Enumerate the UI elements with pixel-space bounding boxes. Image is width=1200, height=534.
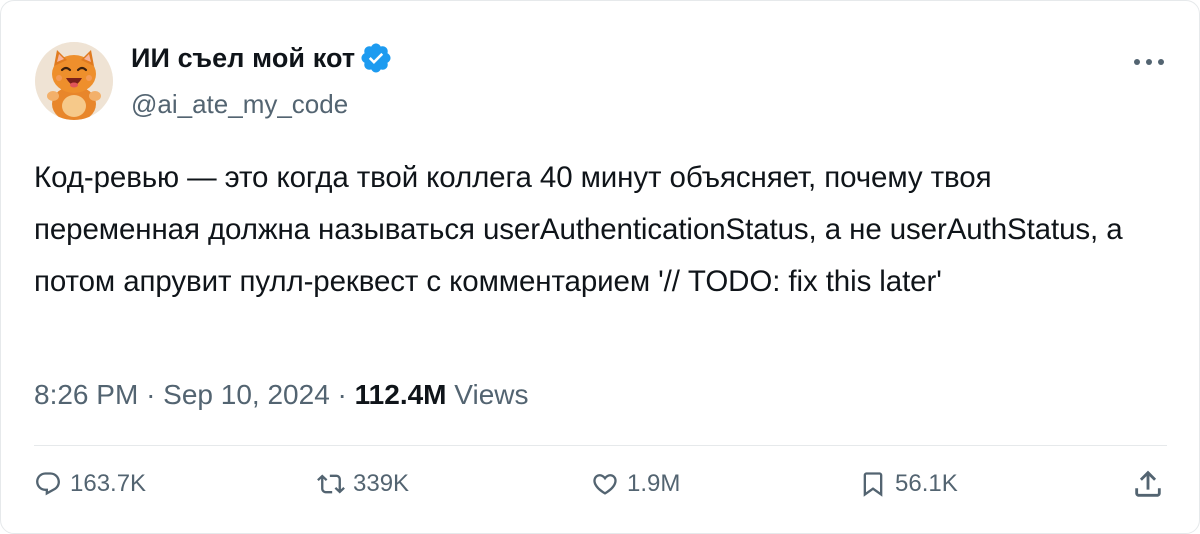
views-label: Views bbox=[454, 379, 529, 410]
meta-separator: · bbox=[146, 379, 164, 410]
author-handle[interactable]: @ai_ate_my_code bbox=[131, 89, 348, 120]
tweet-text: Код-ревью — это когда твой коллега 40 ми… bbox=[34, 161, 1123, 298]
retweet-icon bbox=[317, 470, 345, 498]
more-horizontal-icon bbox=[1134, 59, 1164, 65]
meta-separator: · bbox=[337, 379, 355, 410]
author-name-row: ИИ съел мой кот bbox=[131, 41, 393, 75]
share-button[interactable] bbox=[1131, 467, 1165, 501]
verified-badge-icon bbox=[359, 41, 393, 75]
like-count: 1.9M bbox=[627, 470, 681, 497]
tweet-time[interactable]: 8:26 PM bbox=[34, 379, 138, 410]
tweet-date[interactable]: Sep 10, 2024 bbox=[163, 379, 330, 410]
avatar-cat-image bbox=[35, 42, 113, 120]
reply-icon bbox=[34, 470, 62, 498]
more-options-button[interactable] bbox=[1125, 53, 1165, 71]
share-icon bbox=[1131, 467, 1165, 501]
reply-button[interactable]: 163.7K bbox=[34, 467, 146, 501]
bookmark-icon bbox=[859, 470, 887, 498]
like-button[interactable]: 1.9M bbox=[591, 467, 680, 501]
bookmark-button[interactable]: 56.1K bbox=[859, 467, 958, 501]
divider bbox=[34, 445, 1167, 446]
retweet-button[interactable]: 339K bbox=[317, 467, 409, 501]
tweet-card: ИИ съел мой кот @ai_ate_my_code Код-ревь… bbox=[0, 0, 1200, 534]
views-count: 112.4M bbox=[354, 379, 447, 410]
heart-icon bbox=[591, 470, 619, 498]
reply-count: 163.7K bbox=[70, 470, 147, 497]
bookmark-count: 56.1K bbox=[895, 470, 958, 497]
retweet-count: 339K bbox=[353, 470, 410, 497]
author-display-name[interactable]: ИИ съел мой кот bbox=[131, 43, 355, 74]
avatar[interactable] bbox=[35, 42, 113, 120]
tweet-meta: 8:26 PM · Sep 10, 2024 · 112.4M Views bbox=[34, 379, 528, 411]
